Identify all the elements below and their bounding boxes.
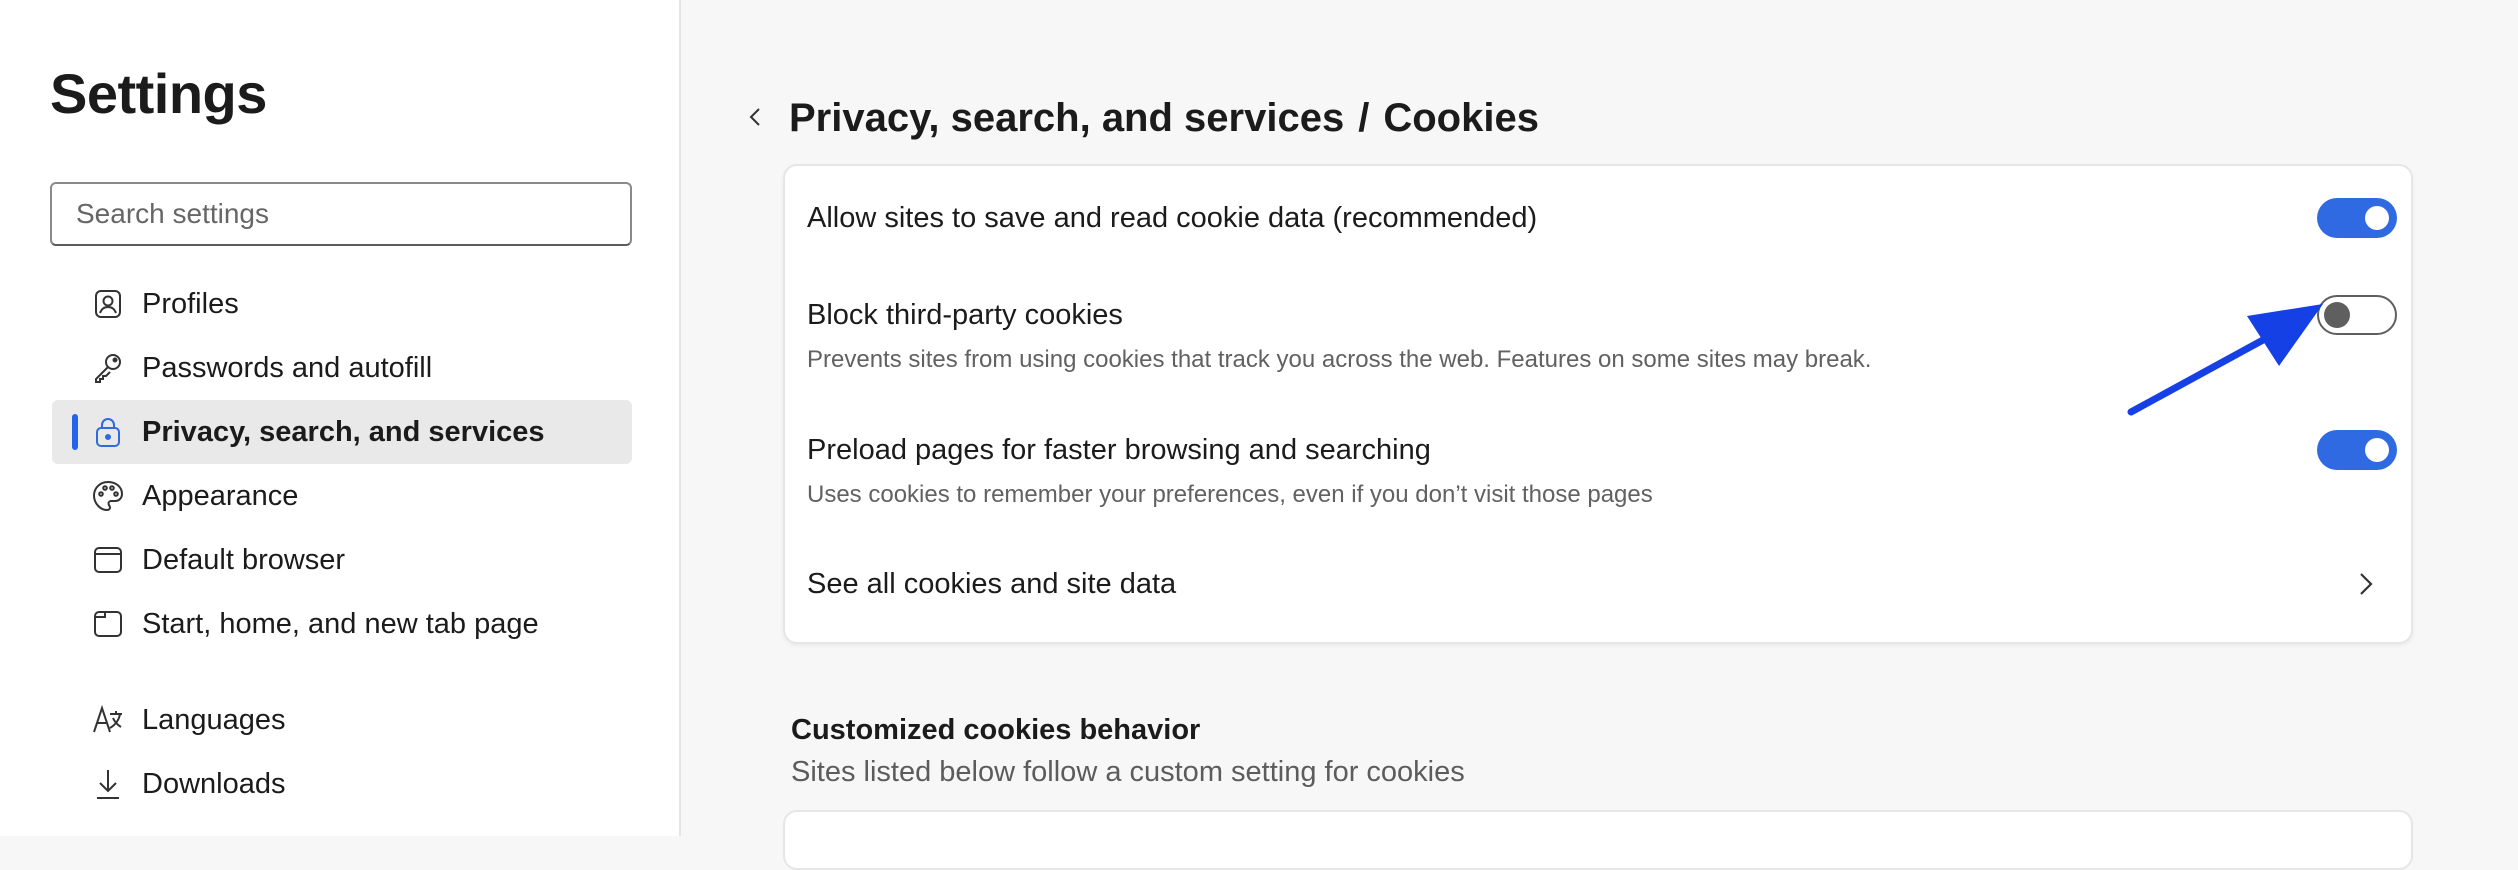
sidebar-title: Settings [50,62,267,125]
chevron-left-icon [749,108,760,126]
setting-row-allow-cookies: Allow sites to save and read cookie data… [807,198,2397,238]
breadcrumb-separator: / [1358,96,1370,140]
settings-sidebar: Settings Profiles Passwords and autofill [0,0,681,836]
back-button[interactable] [738,99,774,135]
setting-title: Allow sites to save and read cookie data… [807,202,1538,234]
browser-icon [94,547,122,573]
settings-main: Privacy, search, and services / Cookies Al… [683,0,2518,870]
sidebar-item-label: Privacy, search, and services [142,415,545,448]
sidebar-item-profiles[interactable]: Profiles [52,272,632,336]
sidebar-item-label: Appearance [142,479,299,512]
setting-title: Preload pages for faster browsing and se… [807,434,1431,466]
sidebar-item-default-browser[interactable]: Default browser [52,528,632,592]
home-tab-icon [94,611,122,637]
setting-description: Uses cookies to remember your preference… [807,481,1653,508]
sidebar-item-passwords[interactable]: Passwords and autofill [52,336,632,400]
sidebar-item-start-home[interactable]: Start, home, and new tab page [52,592,632,656]
breadcrumb: Privacy, search, and services / Cookies [789,94,1539,142]
link-label: See all cookies and site data [807,568,1177,600]
sidebar-item-privacy[interactable]: Privacy, search, and services [52,400,632,464]
chevron-right-icon [2360,573,2373,595]
sidebar-item-downloads[interactable]: Downloads [52,752,632,816]
search-input[interactable] [76,198,630,230]
custom-cookies-card [783,810,2413,870]
annotation-arrow-icon [2127,304,2323,416]
sidebar-item-languages[interactable]: Languages [52,688,632,752]
active-indicator [72,414,78,450]
breadcrumb-current: Cookies [1383,96,1539,140]
sidebar-item-appearance[interactable]: Appearance [52,464,632,528]
custom-cookies-section-title: Customized cookies behavior [791,714,1201,746]
sidebar-item-label: Profiles [142,287,239,320]
setting-row-preload-pages: Preload pages for faster browsing and se… [807,430,2397,510]
allow-cookies-toggle[interactable] [2317,198,2397,238]
lock-icon [96,418,120,447]
download-icon [97,770,119,799]
preload-pages-toggle[interactable] [2317,430,2397,470]
languages-icon [93,704,122,733]
search-settings-box[interactable] [50,182,632,246]
key-icon [95,354,121,383]
sidebar-item-label: Start, home, and new tab page [142,607,539,640]
sidebar-item-label: Languages [142,703,286,736]
sidebar-item-label: Downloads [142,767,286,800]
breadcrumb-parent[interactable]: Privacy, search, and services [789,96,1344,140]
profile-icon [95,290,121,318]
palette-icon [92,480,124,512]
custom-cookies-section-description: Sites listed below follow a custom setti… [791,756,1465,788]
see-all-cookies-link[interactable]: See all cookies and site data [807,566,2397,606]
sidebar-item-label: Passwords and autofill [142,351,433,384]
sidebar-item-label: Default browser [142,543,346,576]
